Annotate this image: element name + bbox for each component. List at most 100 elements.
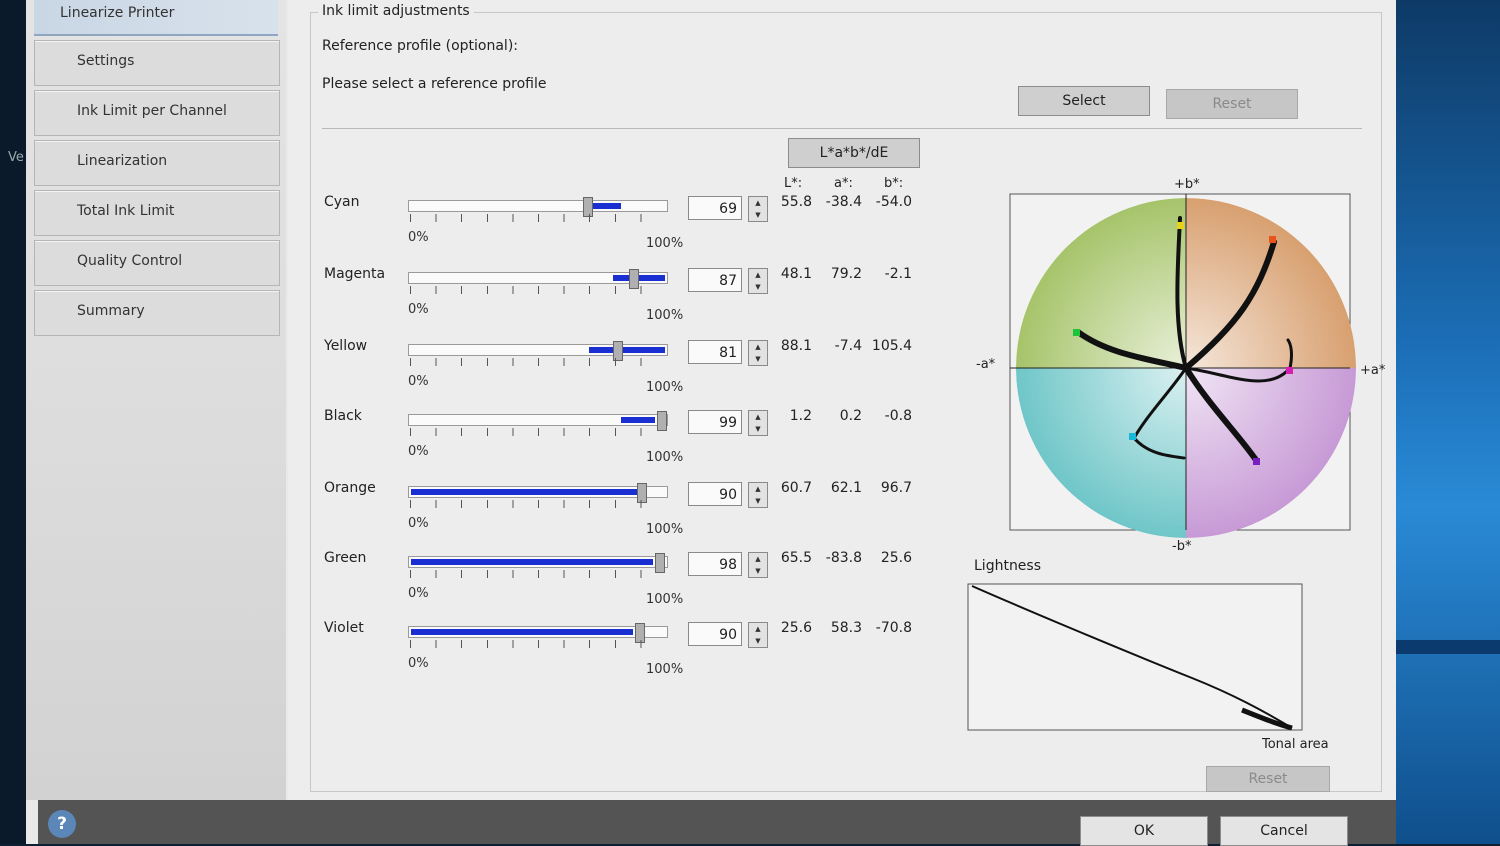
plus-a-label: +a* <box>1360 363 1386 378</box>
violet-value-input[interactable]: 90 <box>688 622 742 646</box>
green-a-value: -83.8 <box>825 550 862 566</box>
slider-min-label: 0% <box>408 516 429 531</box>
groupbox-title: Ink limit adjustments <box>318 3 474 19</box>
slider-ticks <box>410 214 666 222</box>
violet-l-value: 25.6 <box>780 620 812 636</box>
orange-value-input[interactable]: 90 <box>688 482 742 506</box>
magenta-a-value: 79.2 <box>830 266 862 282</box>
cyan-marker <box>1129 433 1136 440</box>
slider-ticks <box>410 358 666 366</box>
slider-max-label: 100% <box>646 308 684 323</box>
orange-a-value: 62.1 <box>830 480 862 496</box>
main-content: Ink limit adjustments Reference profile … <box>288 0 1396 800</box>
sidebar-item-ink-limit-per-channel[interactable]: Ink Limit per Channel <box>34 90 280 136</box>
slider-min-label: 0% <box>408 230 429 245</box>
yellow-b-value: 105.4 <box>871 338 912 354</box>
plus-b-label: +b* <box>1174 177 1200 192</box>
spin-up-icon[interactable]: ▲ <box>749 269 767 281</box>
b-column-header: b*: <box>884 176 904 191</box>
magenta-marker <box>1286 367 1293 374</box>
yellow-slider[interactable] <box>408 341 668 361</box>
green-value-input[interactable]: 98 <box>688 552 742 576</box>
spin-down-icon[interactable]: ▼ <box>749 635 767 647</box>
channel-name: Magenta <box>324 266 386 282</box>
green-marker <box>1073 329 1080 336</box>
green-spinner[interactable]: ▲ ▼ <box>748 552 768 578</box>
linearize-window: Linearize Printer Settings Ink Limit per… <box>26 0 1396 846</box>
reset-profile-button[interactable]: Reset <box>1166 89 1298 119</box>
sidebar-item-label: Summary <box>77 303 145 319</box>
desktop-left-edge: Ve <box>0 0 26 844</box>
tonal-area-label: Tonal area <box>1261 737 1329 752</box>
sidebar: Linearize Printer Settings Ink Limit per… <box>26 0 286 800</box>
green-b-value: 25.6 <box>880 550 912 566</box>
yellow-l-value: 88.1 <box>780 338 812 354</box>
spin-down-icon[interactable]: ▼ <box>749 209 767 221</box>
cancel-button[interactable]: Cancel <box>1220 816 1348 846</box>
help-icon[interactable]: ? <box>48 810 76 838</box>
spin-up-icon[interactable]: ▲ <box>749 341 767 353</box>
channel-row-green: Green 0% 100% 98 ▲ ▼ 65.5 -83.8 25.6 <box>316 550 956 620</box>
desktop-right-edge <box>1395 0 1500 844</box>
black-spinner[interactable]: ▲ ▼ <box>748 410 768 436</box>
channel-row-black: Black 0% 100% 99 ▲ ▼ 1.2 0.2 -0.8 <box>316 408 956 478</box>
slider-ticks <box>410 640 666 648</box>
channel-row-cyan: Cyan 0% 100% 69 ▲ ▼ 55.8 -38.4 -54.0 <box>316 194 956 264</box>
sidebar-item-summary[interactable]: Summary <box>34 290 280 336</box>
desktop-icon-label: Ve <box>8 150 24 165</box>
spin-down-icon[interactable]: ▼ <box>749 353 767 365</box>
spin-up-icon[interactable]: ▲ <box>749 197 767 209</box>
a-column-header: a*: <box>834 176 853 191</box>
channel-name: Cyan <box>324 194 360 210</box>
violet-slider[interactable] <box>408 623 668 643</box>
green-slider[interactable] <box>408 553 668 573</box>
green-l-value: 65.5 <box>780 550 812 566</box>
slider-max-label: 100% <box>646 522 684 537</box>
sidebar-item-total-ink-limit[interactable]: Total Ink Limit <box>34 190 280 236</box>
sidebar-item-label: Quality Control <box>77 253 183 269</box>
cyan-slider[interactable] <box>408 197 668 217</box>
spin-down-icon[interactable]: ▼ <box>749 565 767 577</box>
black-slider[interactable] <box>408 411 668 431</box>
lightness-reset-button[interactable]: Reset <box>1206 766 1330 792</box>
reference-profile-label: Reference profile (optional): <box>322 38 518 54</box>
magenta-slider[interactable] <box>408 269 668 289</box>
sidebar-item-settings[interactable]: Settings <box>34 40 280 86</box>
orange-l-value: 60.7 <box>780 480 812 496</box>
slider-min-label: 0% <box>408 586 429 601</box>
ok-button[interactable]: OK <box>1080 816 1208 846</box>
violet-marker <box>1253 458 1260 465</box>
slider-max-label: 100% <box>646 236 684 251</box>
black-b-value: -0.8 <box>884 408 912 424</box>
yellow-value-input[interactable]: 81 <box>688 340 742 364</box>
lab-de-toggle-button[interactable]: L*a*b*/dE <box>788 138 920 168</box>
slider-fill <box>613 275 665 281</box>
sidebar-item-quality-control[interactable]: Quality Control <box>34 240 280 286</box>
violet-spinner[interactable]: ▲ ▼ <box>748 622 768 648</box>
select-profile-button[interactable]: Select <box>1018 86 1150 116</box>
black-value-input[interactable]: 99 <box>688 410 742 434</box>
cyan-spinner[interactable]: ▲ ▼ <box>748 196 768 222</box>
channel-row-orange: Orange 0% 100% 90 ▲ ▼ 60.7 62.1 96.7 <box>316 480 956 550</box>
cyan-l-value: 55.8 <box>780 194 812 210</box>
ab-colour-plane-chart: +b* -b* +a* -a* <box>976 177 1386 554</box>
violet-b-value: -70.8 <box>875 620 912 636</box>
spin-down-icon[interactable]: ▼ <box>749 423 767 435</box>
spin-down-icon[interactable]: ▼ <box>749 495 767 507</box>
orange-spinner[interactable]: ▲ ▼ <box>748 482 768 508</box>
spin-up-icon[interactable]: ▲ <box>749 483 767 495</box>
cyan-value-input[interactable]: 69 <box>688 196 742 220</box>
slider-max-label: 100% <box>646 450 684 465</box>
magenta-value-input[interactable]: 87 <box>688 268 742 292</box>
magenta-spinner[interactable]: ▲ ▼ <box>748 268 768 294</box>
slider-ticks <box>410 570 666 578</box>
slider-ticks <box>410 286 666 294</box>
channel-name: Green <box>324 550 367 566</box>
spin-down-icon[interactable]: ▼ <box>749 281 767 293</box>
orange-slider[interactable] <box>408 483 668 503</box>
sidebar-item-linearization[interactable]: Linearization <box>34 140 280 186</box>
spin-up-icon[interactable]: ▲ <box>749 411 767 423</box>
spin-up-icon[interactable]: ▲ <box>749 623 767 635</box>
spin-up-icon[interactable]: ▲ <box>749 553 767 565</box>
yellow-spinner[interactable]: ▲ ▼ <box>748 340 768 366</box>
